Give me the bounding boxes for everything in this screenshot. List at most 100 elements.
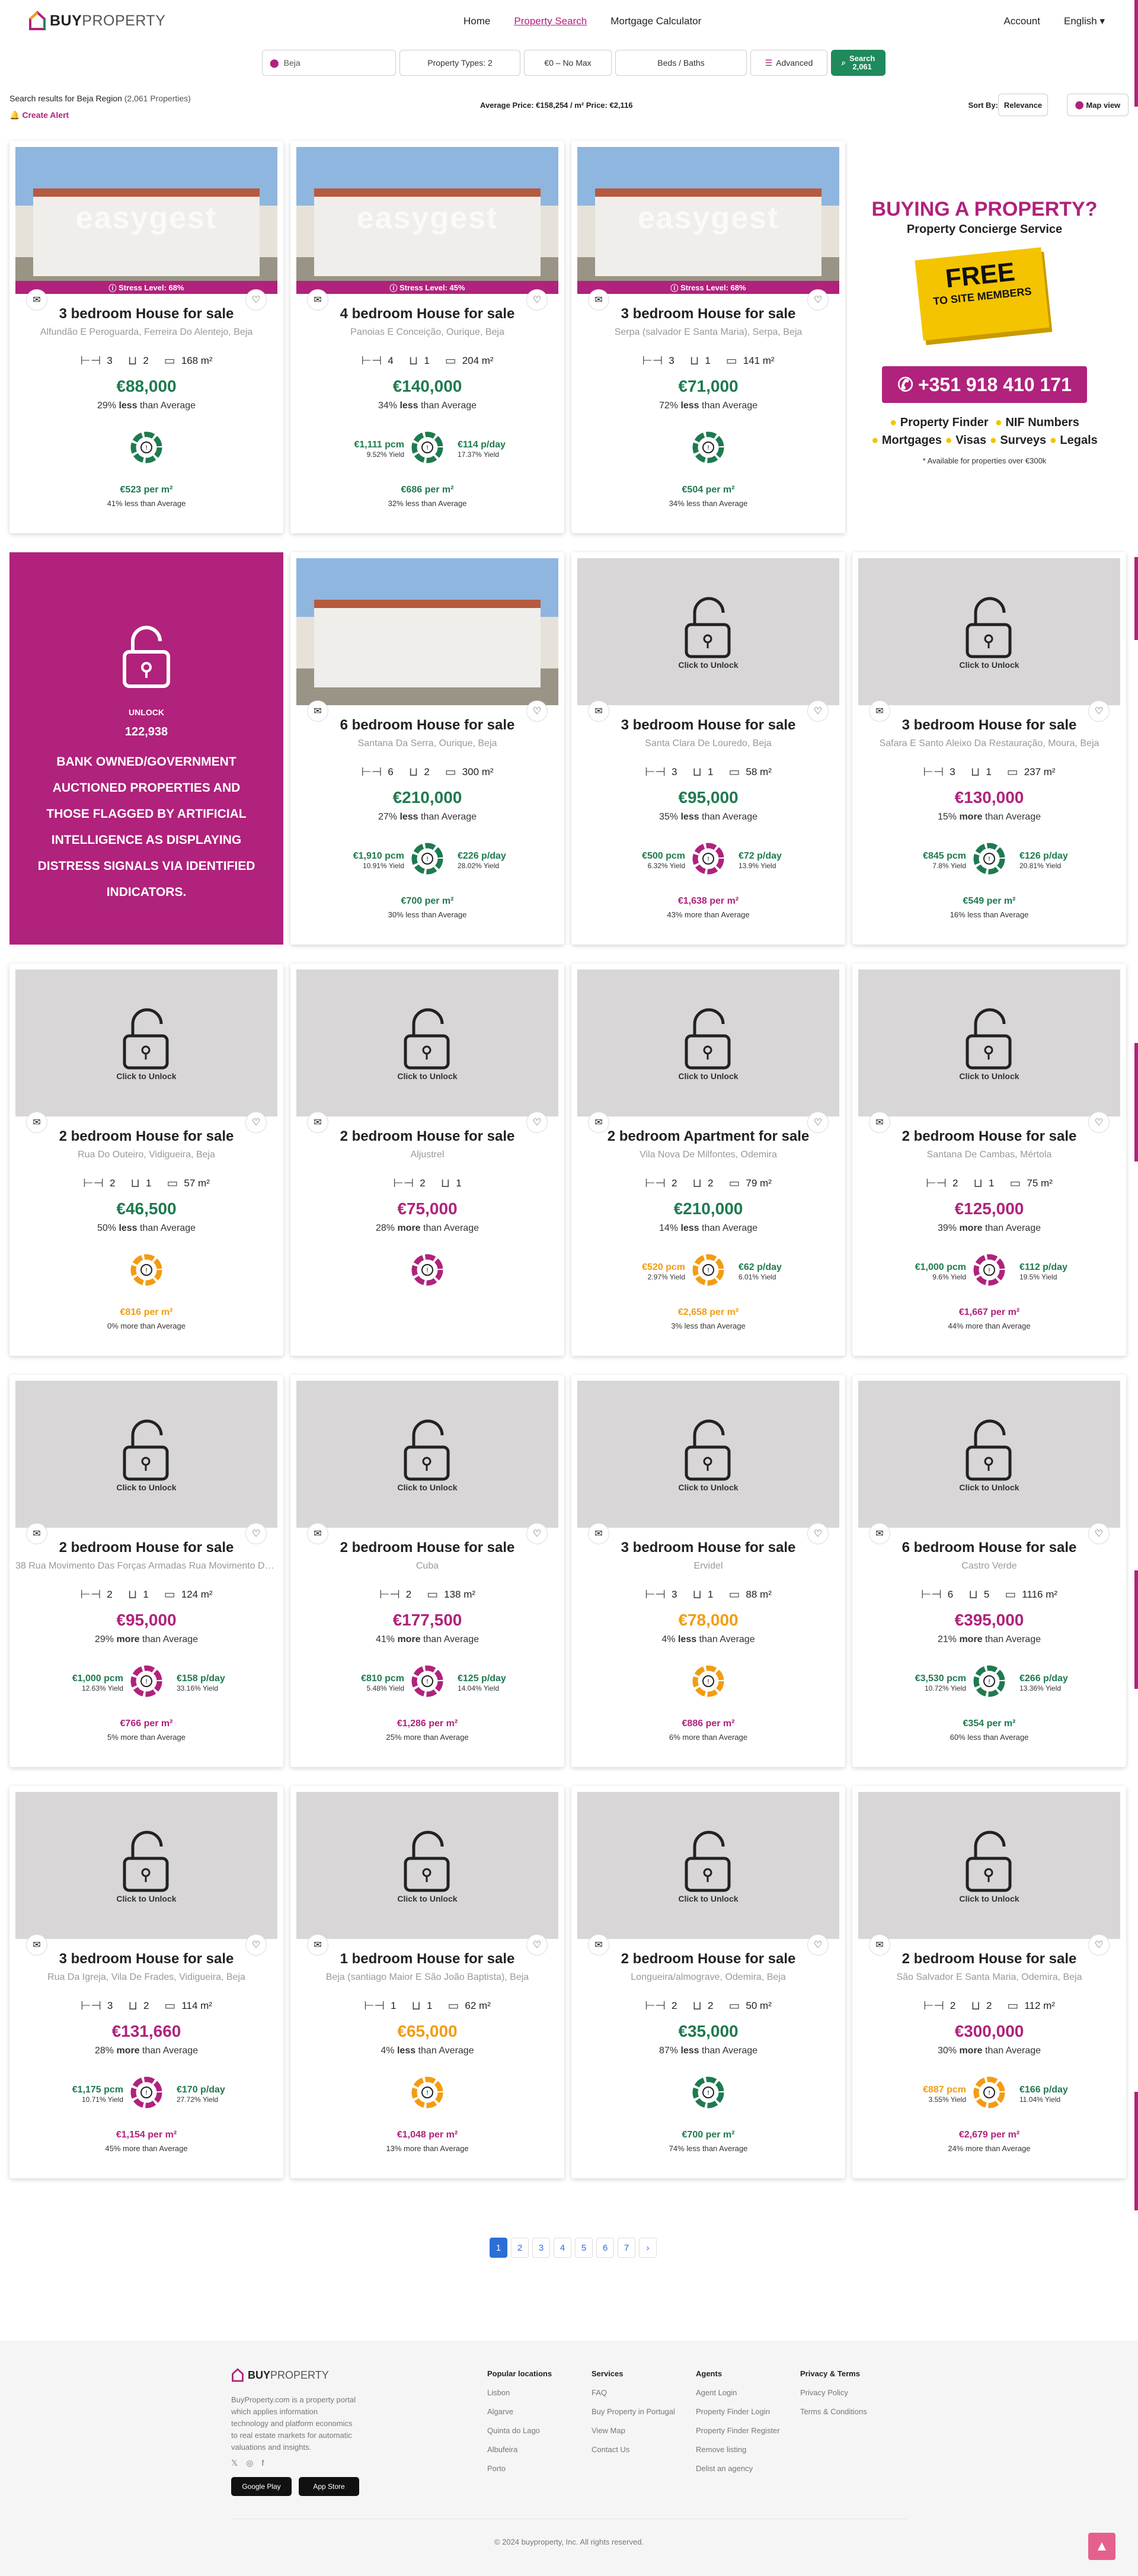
property-photo-locked[interactable]: Click to Unlock — [577, 558, 839, 705]
property-title[interactable]: 2 bedroom House for sale — [290, 1128, 564, 1145]
property-title[interactable]: 3 bedroom House for sale — [9, 306, 283, 322]
promo-phone-button[interactable]: ✆ +351 918 410 171 — [882, 366, 1087, 403]
property-card[interactable]: Click to Unlock ✉ ♡ 3 bedroom House for s… — [571, 552, 845, 945]
sort-select[interactable]: Relevance — [998, 94, 1048, 116]
footer-logo[interactable]: BUY PROPERTY — [231, 2368, 329, 2382]
footer-link[interactable]: FAQ — [592, 2383, 675, 2402]
property-title[interactable]: 3 bedroom House for sale — [9, 1951, 283, 1967]
property-card[interactable]: Click to Unlock ✉ ♡ 2 bedroom House for s… — [290, 964, 564, 1356]
page-5[interactable]: 5 — [575, 2238, 593, 2258]
create-alert-link[interactable]: 🔔 Create Alert — [9, 110, 69, 120]
advanced-button[interactable]: ☰ Advanced — [750, 50, 827, 76]
footer-link[interactable]: Contact Us — [592, 2440, 675, 2459]
property-card[interactable]: easygest ⓘ Stress Level: 68% ✉ ♡ 3 bedroom… — [571, 141, 845, 533]
property-card[interactable]: Click to Unlock ✉ ♡ 2 bedroom House for s… — [571, 1786, 845, 2178]
footer-link[interactable]: Privacy Policy — [800, 2383, 867, 2402]
property-photo-locked[interactable]: Click to Unlock — [858, 1792, 1120, 1939]
property-title[interactable]: 2 bedroom Apartment for sale — [571, 1128, 845, 1145]
property-types-select[interactable]: Property Types: 2 — [399, 50, 520, 76]
property-card[interactable]: Click to Unlock ✉ ♡ 2 bedroom House for s… — [9, 1375, 283, 1767]
footer-link[interactable]: Terms & Conditions — [800, 2402, 867, 2421]
property-title[interactable]: 2 bedroom House for sale — [571, 1951, 845, 1967]
language-select[interactable]: English ▾ — [1064, 15, 1105, 27]
google-play-badge[interactable]: Google Play — [231, 2477, 292, 2496]
property-photo[interactable]: easygest ⓘ Stress Level: 68% — [15, 147, 277, 294]
map-view-button[interactable]: ⬤ Map view — [1067, 94, 1129, 116]
concierge-promo[interactable]: BUYING A PROPERTY? Property Concierge Se… — [848, 141, 1121, 533]
property-title[interactable]: 2 bedroom House for sale — [852, 1128, 1126, 1145]
property-title[interactable]: 4 bedroom House for sale — [290, 306, 564, 322]
app-store-badge[interactable]: App Store — [299, 2477, 359, 2496]
instagram-icon[interactable]: ◎ — [246, 2458, 253, 2468]
property-photo-locked[interactable]: Click to Unlock — [296, 969, 558, 1116]
site-logo[interactable]: BUY PROPERTY — [28, 11, 165, 31]
footer-link[interactable]: Property Finder Login — [696, 2402, 780, 2421]
property-photo[interactable]: easygest ⓘ Stress Level: 68% — [577, 147, 839, 294]
search-button[interactable]: ⌕ Search 2,061 — [831, 50, 886, 76]
page-4[interactable]: 4 — [554, 2238, 571, 2258]
footer-link[interactable]: Agent Login — [696, 2383, 780, 2402]
property-title[interactable]: 2 bedroom House for sale — [9, 1540, 283, 1556]
property-card[interactable]: Click to Unlock ✉ ♡ 3 bedroom House for s… — [852, 552, 1126, 945]
property-photo-locked[interactable]: Click to Unlock — [858, 969, 1120, 1116]
property-photo-locked[interactable]: Click to Unlock — [858, 558, 1120, 705]
nav-account[interactable]: Account — [1004, 15, 1040, 27]
property-card[interactable]: Click to Unlock ✉ ♡ 2 bedroom House for s… — [852, 1786, 1126, 2178]
property-card[interactable]: ✉ ♡ 6 bedroom House for sale Santana Da … — [290, 552, 564, 945]
property-card[interactable]: Click to Unlock ✉ ♡ 3 bedroom House for s… — [571, 1375, 845, 1767]
property-photo-locked[interactable]: Click to Unlock — [15, 1381, 277, 1528]
property-photo-locked[interactable]: Click to Unlock — [577, 1381, 839, 1528]
unlock-promo[interactable]: UNLOCK 122,938 Bank owned/government auc… — [9, 552, 283, 945]
property-card[interactable]: easygest ⓘ Stress Level: 68% ✉ ♡ 3 bedroom… — [9, 141, 283, 533]
property-card[interactable]: Click to Unlock ✉ ♡ 6 bedroom House for s… — [852, 1375, 1126, 1767]
property-photo-locked[interactable]: Click to Unlock — [15, 1792, 277, 1939]
property-photo-locked[interactable]: Click to Unlock — [296, 1381, 558, 1528]
property-photo-locked[interactable]: Click to Unlock — [15, 969, 277, 1116]
facebook-icon[interactable]: f — [262, 2458, 264, 2468]
property-card[interactable]: easygest ⓘ Stress Level: 45% ✉ ♡ 4 bedroom… — [290, 141, 564, 533]
property-photo[interactable]: easygest ⓘ Stress Level: 45% — [296, 147, 558, 294]
footer-link[interactable]: Algarve — [487, 2402, 552, 2421]
footer-link[interactable]: Albufeira — [487, 2440, 552, 2459]
property-card[interactable]: Click to Unlock ✉ ♡ 2 bedroom House for s… — [290, 1375, 564, 1767]
footer-link[interactable]: Remove listing — [696, 2440, 780, 2459]
price-select[interactable]: €0 – No Max — [524, 50, 612, 76]
property-photo-locked[interactable]: Click to Unlock — [858, 1381, 1120, 1528]
footer-link[interactable]: Porto — [487, 2459, 552, 2478]
property-photo[interactable] — [296, 558, 558, 705]
property-title[interactable]: 3 bedroom House for sale — [571, 717, 845, 734]
property-title[interactable]: 6 bedroom House for sale — [290, 717, 564, 734]
footer-link[interactable]: View Map — [592, 2421, 675, 2440]
location-input[interactable]: ⬤ Beja — [262, 50, 396, 76]
property-title[interactable]: 2 bedroom House for sale — [9, 1128, 283, 1145]
page-3[interactable]: 3 — [532, 2238, 550, 2258]
footer-link[interactable]: Lisbon — [487, 2383, 552, 2402]
nav-home[interactable]: Home — [463, 15, 490, 27]
beds-baths-select[interactable]: Beds / Baths — [615, 50, 747, 76]
back-to-top-button[interactable]: ▲ — [1088, 2533, 1115, 2560]
page-6[interactable]: 6 — [596, 2238, 614, 2258]
footer-link[interactable]: Quinta do Lago — [487, 2421, 552, 2440]
footer-link[interactable]: Delist an agency — [696, 2459, 780, 2478]
property-photo-locked[interactable]: Click to Unlock — [296, 1792, 558, 1939]
property-card[interactable]: Click to Unlock ✉ ♡ 2 bedroom House for s… — [9, 964, 283, 1356]
property-card[interactable]: Click to Unlock ✉ ♡ 2 bedroom Apartment f… — [571, 964, 845, 1356]
property-title[interactable]: 1 bedroom House for sale — [290, 1951, 564, 1967]
property-title[interactable]: 2 bedroom House for sale — [852, 1951, 1126, 1967]
property-photo-locked[interactable]: Click to Unlock — [577, 1792, 839, 1939]
nav-mortgage-calculator[interactable]: Mortgage Calculator — [610, 15, 701, 27]
property-title[interactable]: 3 bedroom House for sale — [571, 306, 845, 322]
property-title[interactable]: 2 bedroom House for sale — [290, 1540, 564, 1556]
twitter-icon[interactable]: 𝕏 — [231, 2458, 238, 2468]
property-photo-locked[interactable]: Click to Unlock — [577, 969, 839, 1116]
next-page[interactable]: › — [639, 2238, 657, 2258]
property-title[interactable]: 3 bedroom House for sale — [852, 717, 1126, 734]
property-title[interactable]: 6 bedroom House for sale — [852, 1540, 1126, 1556]
footer-link[interactable]: Buy Property in Portugal — [592, 2402, 675, 2421]
property-card[interactable]: Click to Unlock ✉ ♡ 3 bedroom House for s… — [9, 1786, 283, 2178]
page-2[interactable]: 2 — [511, 2238, 529, 2258]
property-title[interactable]: 3 bedroom House for sale — [571, 1540, 845, 1556]
page-1[interactable]: 1 — [490, 2238, 507, 2258]
footer-link[interactable]: Property Finder Register — [696, 2421, 780, 2440]
property-card[interactable]: Click to Unlock ✉ ♡ 2 bedroom House for s… — [852, 964, 1126, 1356]
